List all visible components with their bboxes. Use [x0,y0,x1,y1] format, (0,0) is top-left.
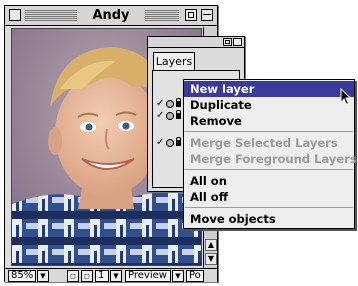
status-bar: 85% ▼ ◻ ◻ 1 ▼ Preview ▼ Po [5,268,217,282]
menu-item-merge-foreground-layers: Merge Foreground Layers [190,152,357,166]
page-field[interactable]: 1 [95,270,109,282]
zoom-box-icon[interactable] [185,9,197,21]
eye-icon[interactable] [166,100,174,108]
menu-separator [185,169,353,170]
checkmark-icon[interactable]: ✓ [156,98,166,110]
window-title: Andy [77,8,145,24]
menu-item-remove[interactable]: Remove [184,113,354,129]
menu-item-new-layer[interactable]: New layer [184,81,354,97]
palette-titlebar[interactable] [148,37,244,48]
scroll-arrow-up-icon[interactable]: ▲ [205,239,217,251]
lock-icon[interactable] [176,110,181,119]
collapse-box-icon[interactable] [201,9,213,21]
page-prev-icon[interactable]: ◻ [67,270,79,282]
menu-item-merge-selected-layers: Merge Selected Layers [190,136,338,150]
arrow-cursor-icon [340,88,352,106]
menu-item-all-on[interactable]: All on [184,173,354,189]
checkmark-icon[interactable]: ✓ [156,110,166,122]
image-window-titlebar[interactable]: Andy [5,6,217,26]
zoom-field[interactable]: 85% [8,270,36,282]
menu-item-all-off[interactable]: All off [184,189,354,205]
checkmark-icon[interactable]: ✓ [156,137,166,149]
close-box-icon[interactable] [9,9,21,21]
menu-item-duplicate[interactable]: Duplicate [184,97,354,113]
lock-icon[interactable] [176,137,181,146]
mode-dropdown-icon[interactable]: ▼ [172,270,184,282]
page-dropdown-icon[interactable]: ▼ [110,270,122,282]
tab-layers[interactable]: Layers [153,52,195,71]
palette-collapse-box-icon[interactable] [233,38,242,46]
menu-separator [185,131,353,132]
layers-context-menu: New layer Duplicate Remove Merge Selecte… [183,79,357,229]
mode-field[interactable]: Preview [125,270,171,282]
eye-icon[interactable] [166,112,174,120]
page-next-icon[interactable]: ◻ [81,270,93,282]
extra-field[interactable]: Po [186,270,204,282]
menu-item-move-objects[interactable]: Move objects [184,211,354,227]
lock-icon[interactable] [176,98,181,107]
eye-icon[interactable] [166,139,174,147]
scroll-arrow-down-icon[interactable]: ▼ [205,253,217,265]
palette-zoom-box-icon[interactable] [223,38,232,46]
menu-separator [185,207,353,208]
zoom-dropdown-icon[interactable]: ▼ [37,270,49,282]
